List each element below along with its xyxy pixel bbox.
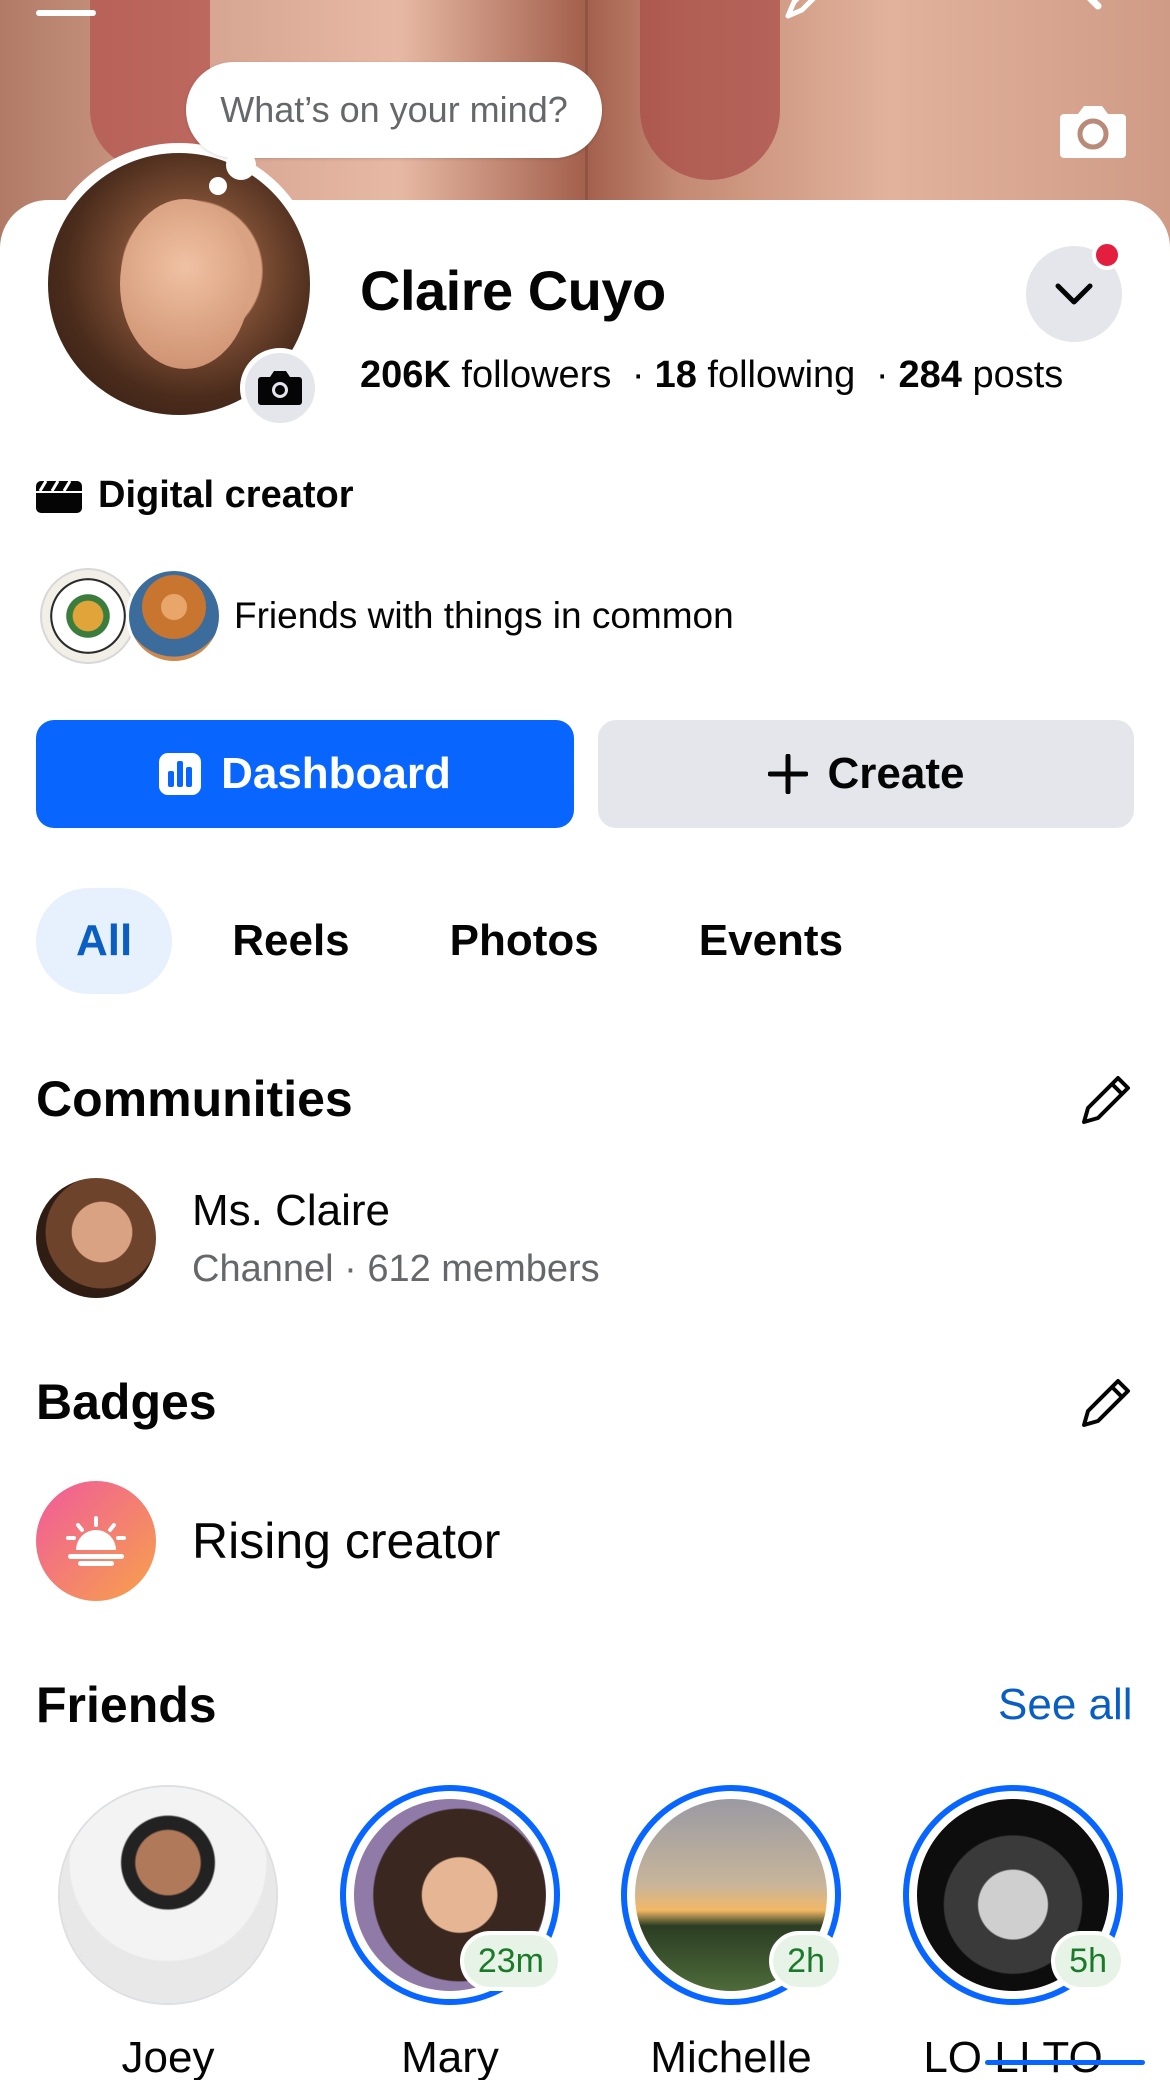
badge-label: Rising creator [192, 1513, 501, 1569]
followers-label: followers [461, 354, 612, 396]
stats-separator: · [875, 354, 889, 396]
friend-card[interactable]: 5h LO LI TO [903, 1785, 1125, 2080]
edit-communities-pencil-icon[interactable] [1076, 1070, 1136, 1130]
friend-name: Michelle [650, 2033, 812, 2080]
community-name: Ms. Claire [192, 1185, 391, 1235]
create-label: Create [827, 749, 965, 798]
followers-count: 206K [360, 354, 451, 396]
bubble-tail [226, 150, 256, 180]
story-time-badge: 5h [1051, 1931, 1125, 1991]
squash-nuggets-logo [50, 578, 126, 654]
menu-icon[interactable] [36, 10, 96, 16]
following-label: following [707, 354, 856, 396]
tab-reels[interactable]: Reels [192, 888, 389, 994]
posts-count: 284 [898, 354, 962, 396]
friends-title: Friends [36, 1677, 217, 1733]
community-avatar [36, 1178, 156, 1298]
story-time-badge: 23m [459, 1931, 562, 1991]
dashboard-button[interactable]: Dashboard [36, 720, 574, 828]
friend-avatar-story: 23m [340, 1785, 562, 2005]
plus-icon [767, 754, 808, 794]
category-label: Digital creator [98, 474, 354, 516]
dashboard-label: Dashboard [221, 749, 451, 798]
camera-icon[interactable] [1058, 100, 1128, 160]
tab-all[interactable]: All [36, 888, 173, 994]
pencil-icon[interactable] [780, 0, 840, 20]
posts-label: posts [972, 354, 1064, 396]
bubble-tail [209, 177, 227, 195]
tab-events[interactable]: Events [659, 888, 883, 994]
mutual-friends-row[interactable]: Friends with things in common [40, 568, 734, 664]
bar-chart-icon [159, 753, 202, 795]
friend-card[interactable]: Joey [58, 1785, 278, 2080]
see-all-friends-link[interactable]: See all [998, 1680, 1133, 1730]
friend-card[interactable]: 23m Mary [340, 1785, 562, 2080]
avatar-face [120, 199, 250, 369]
friend-avatar-story: 2h [621, 1785, 843, 2005]
status-composer-bubble[interactable]: What’s on your mind? [186, 62, 602, 158]
chevron-down-icon [1055, 283, 1093, 305]
friend-name: Joey [121, 2033, 215, 2080]
cover-detail [640, 0, 780, 180]
mutual-avatar [40, 568, 136, 664]
communities-title: Communities [36, 1071, 353, 1127]
badges-title: Badges [36, 1374, 217, 1430]
notification-dot [1092, 240, 1122, 270]
community-meta: Channel · 612 members [192, 1247, 600, 1290]
friend-card[interactable]: 2h Michelle [621, 1785, 843, 2080]
story-time-badge: 2h [769, 1931, 843, 1991]
avatar-camera-button[interactable] [240, 348, 320, 428]
tab-photos[interactable]: Photos [410, 888, 639, 994]
stats-separator: · [631, 354, 645, 396]
edit-badges-pencil-icon[interactable] [1076, 1373, 1136, 1433]
profile-category: Digital creator [36, 474, 354, 517]
mutual-avatar [126, 568, 222, 664]
friend-name: Mary [401, 2033, 499, 2080]
scroll-indicator [985, 2060, 1145, 2065]
profile-tabs: All Reels Photos Events [36, 888, 903, 994]
search-icon[interactable] [1050, 0, 1110, 20]
friend-avatar [58, 1785, 278, 2005]
camera-icon [258, 371, 302, 405]
mutual-friends-text: Friends with things in common [234, 595, 734, 636]
rising-creator-badge [36, 1481, 156, 1601]
sunrise-icon [66, 1516, 126, 1566]
friend-photo [60, 1787, 276, 2003]
profile-stats[interactable]: 206K followers · 18 following · 284 posts [360, 354, 1063, 397]
following-count: 18 [654, 354, 697, 396]
create-button[interactable]: Create [598, 720, 1134, 828]
community-item[interactable]: Ms. Claire Channel · 612 members [36, 1178, 600, 1298]
composer-placeholder: What’s on your mind? [220, 89, 568, 130]
friend-avatar-story: 5h [903, 1785, 1125, 2005]
badge-item[interactable]: Rising creator [36, 1481, 500, 1601]
clapperboard-icon [36, 479, 82, 513]
profile-name: Claire Cuyo [360, 259, 666, 322]
friend-name: LO LI TO [923, 2033, 1103, 2080]
